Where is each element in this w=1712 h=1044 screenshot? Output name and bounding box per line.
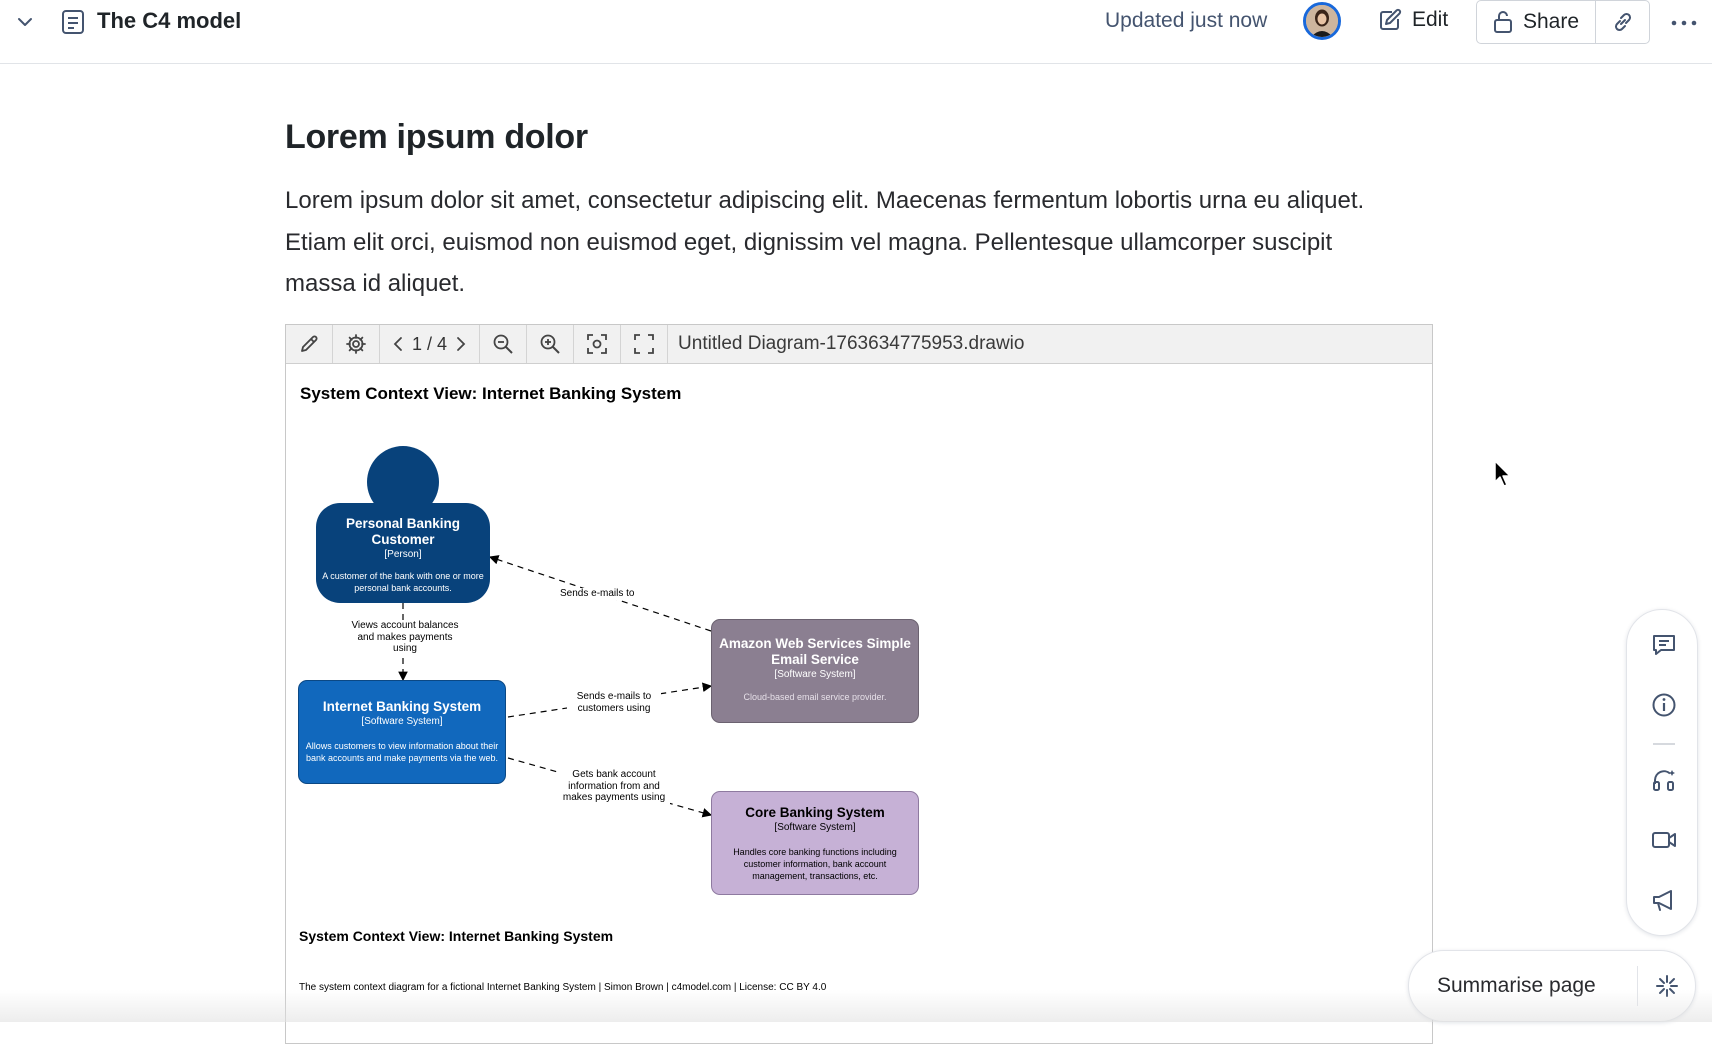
label-sends-customers-line1: Sends e-mails to xyxy=(576,691,652,702)
edit-button[interactable]: Edit xyxy=(1378,8,1448,32)
label-views-line1: Views account balances xyxy=(351,620,459,631)
copy-link-button[interactable] xyxy=(1596,1,1649,43)
mouse-cursor-icon xyxy=(1494,460,1511,487)
more-button[interactable] xyxy=(1671,20,1697,26)
chevron-left-icon[interactable] xyxy=(392,335,404,353)
zoom-out-button[interactable] xyxy=(480,325,528,363)
diagram-footer-title: System Context View: Internet Banking Sy… xyxy=(299,928,614,944)
pencil-icon xyxy=(301,335,318,352)
lock-icon xyxy=(1494,11,1512,33)
person-type: [Person] xyxy=(384,549,422,560)
collapse-button[interactable] xyxy=(14,11,36,33)
fit-icon xyxy=(587,334,607,354)
updated-status: Updated just now xyxy=(1105,9,1268,32)
core-type: [Software System] xyxy=(774,822,856,833)
chevron-right-icon[interactable] xyxy=(455,335,467,353)
video-button[interactable] xyxy=(1651,827,1677,853)
settings-button[interactable] xyxy=(333,325,380,363)
diagram-filename: Untitled Diagram-1763634775953.drawio xyxy=(678,333,1025,354)
diagram-footer-subtitle: The system context diagram for a fiction… xyxy=(299,982,827,993)
edit-label: Edit xyxy=(1412,8,1449,31)
link-icon xyxy=(1614,12,1631,32)
viewer-toolbar: 1 / 4 Untitled Diagram-1763634775953.dra… xyxy=(286,325,1432,364)
person-name-line1: Personal Banking xyxy=(345,516,461,531)
ibs-name: Internet Banking System xyxy=(322,699,482,714)
summarise-options-button[interactable] xyxy=(1638,974,1695,998)
page-heading: Lorem ipsum dolor xyxy=(285,118,588,156)
chevron-down-icon xyxy=(18,18,32,26)
right-rail xyxy=(1626,609,1698,936)
core-desc-line3: management, transactions, etc. xyxy=(752,871,878,881)
core-desc-line2: customer information, bank account xyxy=(743,859,887,869)
label-sends-emails-to: Sends e-mails to xyxy=(559,588,636,600)
aws-type: [Software System] xyxy=(774,669,856,680)
info-icon xyxy=(1652,693,1676,717)
edit-diagram-button[interactable] xyxy=(286,325,333,363)
rail-separator xyxy=(1653,743,1675,745)
top-bar: The C4 model Updated just now Edit Share xyxy=(0,0,1712,64)
ibs-desc-line2: bank accounts and make payments via the … xyxy=(305,753,499,763)
audio-button[interactable] xyxy=(1651,767,1677,793)
label-views-line3: using xyxy=(393,643,417,654)
label-sends-customers: Sends e-mails to customers using xyxy=(567,691,661,714)
info-button[interactable] xyxy=(1651,692,1677,718)
label-gets-bank-account: Gets bank account information from and m… xyxy=(558,769,670,804)
aws-name-line2: Email Service xyxy=(771,652,859,667)
body-paragraph: Lorem ipsum dolor sit amet, consectetur … xyxy=(285,187,1365,297)
system-core-banking[interactable]: Core Banking System [Software System] Ha… xyxy=(711,791,919,895)
share-button[interactable]: Share xyxy=(1477,1,1597,43)
summarise-label: Summarise page xyxy=(1437,974,1596,997)
person-desc-line2: personal bank accounts. xyxy=(354,583,452,593)
label-gets-line1: Gets bank account xyxy=(572,769,656,780)
zoom-in-button[interactable] xyxy=(527,325,575,363)
headphones-icon xyxy=(1653,770,1675,791)
ibs-desc-line1: Allows customers to view information abo… xyxy=(305,741,499,751)
video-icon xyxy=(1652,832,1676,848)
label-views-balances: Views account balances and makes payment… xyxy=(342,620,468,655)
fit-button[interactable] xyxy=(574,325,622,363)
aws-name-line1: Amazon Web Services Simple xyxy=(719,636,911,651)
share-label: Share xyxy=(1523,10,1580,33)
sparkle-icon xyxy=(1655,975,1678,997)
ibs-type: [Software System] xyxy=(361,716,443,727)
comments-button[interactable] xyxy=(1651,632,1677,658)
aws-desc: Cloud-based email service provider. xyxy=(743,692,887,702)
avatar[interactable] xyxy=(1303,2,1341,40)
more-icon xyxy=(1671,20,1697,26)
page-title: The C4 model xyxy=(97,8,242,33)
share-group: Share xyxy=(1476,0,1650,44)
page-icon xyxy=(61,9,85,35)
page-indicator: 1 / 4 xyxy=(412,333,448,354)
zoom-in-icon xyxy=(540,334,560,354)
person-desc-line1: A customer of the bank with one or more xyxy=(322,571,484,581)
gear-icon xyxy=(346,334,366,354)
megaphone-icon xyxy=(1653,890,1672,911)
summarise-page-button[interactable]: Summarise page xyxy=(1408,950,1696,1022)
label-gets-line3: makes payments using xyxy=(562,792,666,803)
edit-icon xyxy=(1380,8,1402,30)
fullscreen-button[interactable] xyxy=(621,325,669,363)
fullscreen-icon xyxy=(634,334,654,354)
core-name: Core Banking System xyxy=(745,805,885,820)
label-sends-customers-line2: customers using xyxy=(577,702,651,714)
label-gets-line2: information from and xyxy=(568,780,660,792)
system-internet-banking[interactable]: Internet Banking System [Software System… xyxy=(298,680,506,784)
core-desc-line1: Handles core banking functions including xyxy=(733,847,897,857)
zoom-out-icon xyxy=(493,334,513,354)
system-aws-ses[interactable]: Amazon Web Services Simple Email Service… xyxy=(711,619,919,723)
page-navigator: 1 / 4 xyxy=(380,325,481,363)
announce-button[interactable] xyxy=(1651,887,1677,913)
person-personal-banking-customer[interactable]: Personal Banking Customer [Person] A cus… xyxy=(316,503,490,603)
label-views-line2: and makes payments xyxy=(357,631,453,643)
comment-icon xyxy=(1653,635,1675,655)
person-name-line2: Customer xyxy=(371,532,435,547)
